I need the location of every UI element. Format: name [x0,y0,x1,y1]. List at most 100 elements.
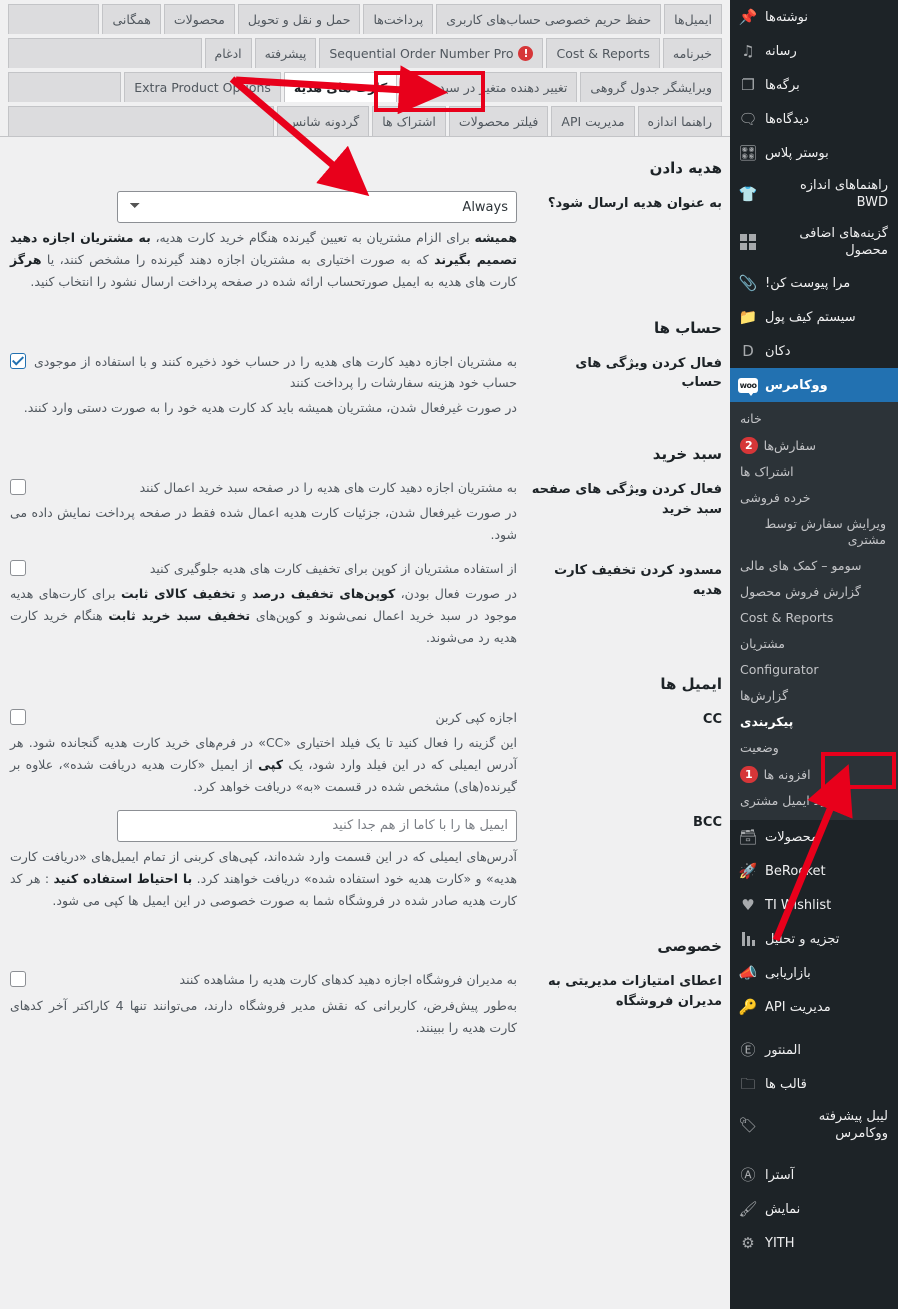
settings-tab[interactable]: Cost & Reports [546,38,660,68]
sidebar-item-rocket[interactable]: BeRocket 🚀 [730,854,898,888]
sidebar-item-yith[interactable]: YITH ⚙ [730,1226,898,1260]
settings-tab-label: خبرنامه [672,45,712,61]
form-row: مسدود کردن تخفیف کارت هدیه از استفاده مشت… [10,554,722,653]
field-label: به عنوان هدیه ارسال شود؟ [547,196,722,211]
bcc-input[interactable] [117,809,517,842]
settings-tab[interactable]: حمل و نقل و تحویل [237,4,361,34]
settings-tab-label: حفظ حریم خصوصی حساب‌های کاربری [446,11,652,27]
submenu-item-label: سومو – کمک های مالی [740,558,862,573]
warning-icon: ! [518,45,534,61]
setting-checkbox[interactable] [10,352,26,369]
field-label: اعطای امتیازات مدیریتی به مدیران فروشگاه [547,974,722,1009]
media-icon: ♫ [741,41,755,60]
sidebar-top-group: نوشته‌ها 📌 رسانه ♫ برگه‌ها ❐ دیدگاه‌ها 🗨 بوستر پ… [730,0,898,368]
settings-tab[interactable]: ویرایشگر جدول گروهی [580,72,722,102]
sidebar-item-comment[interactable]: دیدگاه‌ها 🗨 [730,102,898,136]
submenu-item[interactable]: خانه [730,406,898,432]
submenu-item[interactable]: مشتریان [730,631,898,657]
checkbox-row: به مدیران فروشگاه اجازه دهید کدهای کارت … [10,969,517,990]
submenu-item[interactable]: اشتراک ها [730,459,898,485]
sidebar-item-product[interactable]: محصولات 🗃 [730,820,898,854]
submenu-item[interactable]: Configurator [730,657,898,683]
settings-tab-label: گردونه شانس [286,113,360,129]
setting-checkbox[interactable] [10,971,26,988]
sidebar-item-appearance[interactable]: نمایش 🖌 [730,1192,898,1226]
settings-tab-label: راهنما اندازه [647,113,712,129]
paperclip-icon: 📎 [738,273,758,292]
setting-checkbox[interactable] [10,708,26,725]
checkbox-row: اجازه کپی کربن [10,707,517,728]
sidebar-item-label: المنتور [765,1042,801,1058]
checkbox-row: به مشتریان اجازه دهید کارت های هدیه را د… [10,477,517,498]
sidebar-item-sliders[interactable]: بوستر پلاس 🎛 [730,136,898,170]
sidebar-item-paperclip[interactable]: مرا پیوست کن! 📎 [730,266,898,300]
submenu-item-label: گزارش فروش محصول [740,584,861,599]
settings-tab[interactable]: پرداخت‌ها [363,4,434,34]
settings-tab[interactable]: خبرنامه [662,38,722,68]
sidebar-item-grid[interactable]: گزینه‌های اضافی محصول [730,218,898,266]
sidebar-item-dokan[interactable]: دکان D [730,334,898,368]
description-text: در صورت فعال بودن، [395,586,517,602]
sidebar-item-label: بوستر پلاس [765,145,829,161]
settings-tab[interactable]: ادغام [204,38,252,68]
submenu-item[interactable]: سومو – کمک های مالی [730,553,898,579]
sidebar-item-astra[interactable]: آسترا Ⓐ [730,1158,898,1192]
submenu-item-label: Configurator [740,662,819,677]
sidebar-item-pages[interactable]: برگه‌ها ❐ [730,68,898,102]
checkbox-row: به مشتریان اجازه دهید کارت های هدیه را د… [10,351,517,394]
tab-row-1: ایمیل‌ها حفظ حریم خصوصی حساب‌های کاربری پر… [0,0,730,34]
sidebar-item-label: گزینه‌های اضافی محصول [799,226,888,258]
sidebar-item-chart-bars[interactable]: تجزیه و تحلیل [730,922,898,956]
sidebar-item-elementor[interactable]: المنتور Ⓔ [730,1033,898,1067]
settings-tab-label: پرداخت‌ها [373,11,424,27]
settings-tab[interactable]: راهنما اندازه [637,106,722,136]
field-control: به مشتریان اجازه دهید کارت های هدیه را د… [10,347,517,423]
submenu-item[interactable]: ویرایش سفارش توسط مشتری [730,511,898,553]
submenu-item[interactable]: پیکربندی [730,709,898,735]
field-description: همیشه برای الزام مشتریان به تعیین گیرنده… [10,227,517,293]
settings-tab[interactable]: مدیریت API [551,106,635,136]
settings-tab[interactable]: پیشرفته [254,38,317,68]
settings-tab[interactable]: ! Sequential Order Number Pro [319,38,544,68]
submenu-item[interactable]: گزارش‌ها [730,683,898,709]
submenu-badge: 1 [740,766,758,783]
sidebar-item-heart[interactable]: TI Wishlist ♥ [730,888,898,922]
description-strong: کپی [258,757,284,772]
setting-checkbox[interactable] [10,560,26,576]
settings-tab[interactable]: گردونه شانس [276,106,370,136]
settings-tab[interactable]: حفظ حریم خصوصی حساب‌های کاربری [436,4,662,34]
gift-send-select[interactable]: Always [117,191,517,223]
submenu-item-label: سفارش‌ها [763,437,816,453]
sidebar-item-media[interactable]: رسانه ♫ [730,34,898,68]
woo-icon: woo [738,375,758,396]
settings-tab[interactable]: ایمیل‌ها [664,4,722,34]
field-control: به مشتریان اجازه دهید کارت های هدیه را د… [10,473,517,550]
settings-tab[interactable]: Extra Product Options [124,72,281,102]
submenu-item[interactable]: سفارش‌ها 2 [730,432,898,459]
sidebar-item-wallet[interactable]: سیستم کیف پول 📁 [730,300,898,334]
section-heading: خصوصی [657,937,722,956]
setting-checkbox[interactable] [10,479,26,495]
submenu-item[interactable]: تایید ایمیل مشتری [730,788,898,814]
description-text: در صورت غیرفعال شدن، مشتریان همیشه باید … [23,400,517,416]
submenu-item[interactable]: گزارش فروش محصول [730,579,898,605]
sidebar-lower-group: محصولات 🗃 BeRocket 🚀 TI Wishlist ♥ تجزیه و تحل… [730,820,898,1024]
submenu-item[interactable]: خرده فروشی [730,485,898,511]
checkbox-label: از استفاده مشتریان از کوپن برای تخفیف کا… [149,561,517,576]
submenu-item-label: افزونه ها [763,766,811,782]
sidebar-item-tshirt[interactable]: راهنماهای اندازه BWD 👕 [730,170,898,218]
submenu-item[interactable]: Cost & Reports [730,605,898,631]
highlight-box-config-menu [821,752,896,789]
settings-tab[interactable]: محصولات [163,4,235,34]
settings-tab-label: ادغام [214,45,242,61]
sidebar-item-megaphone[interactable]: بازاریابی 📣 [730,956,898,990]
sidebar-item-key[interactable]: مدیریت API 🔑 [730,990,898,1024]
settings-tab[interactable]: همگانی [102,4,161,34]
sidebar-item-pin[interactable]: نوشته‌ها 📌 [730,0,898,34]
sidebar-item-woocommerce[interactable]: ووکامرس woo [730,368,898,402]
sidebar-item-label: مدیریت API [765,999,831,1015]
sidebar-item-folder[interactable]: قالب ها 🗀 [730,1067,898,1101]
sidebar-item-tag[interactable]: لیبل پیشرفته ووکامرس 🏷 [730,1101,898,1149]
submenu-item-label: ویرایش سفارش توسط مشتری [764,516,886,547]
